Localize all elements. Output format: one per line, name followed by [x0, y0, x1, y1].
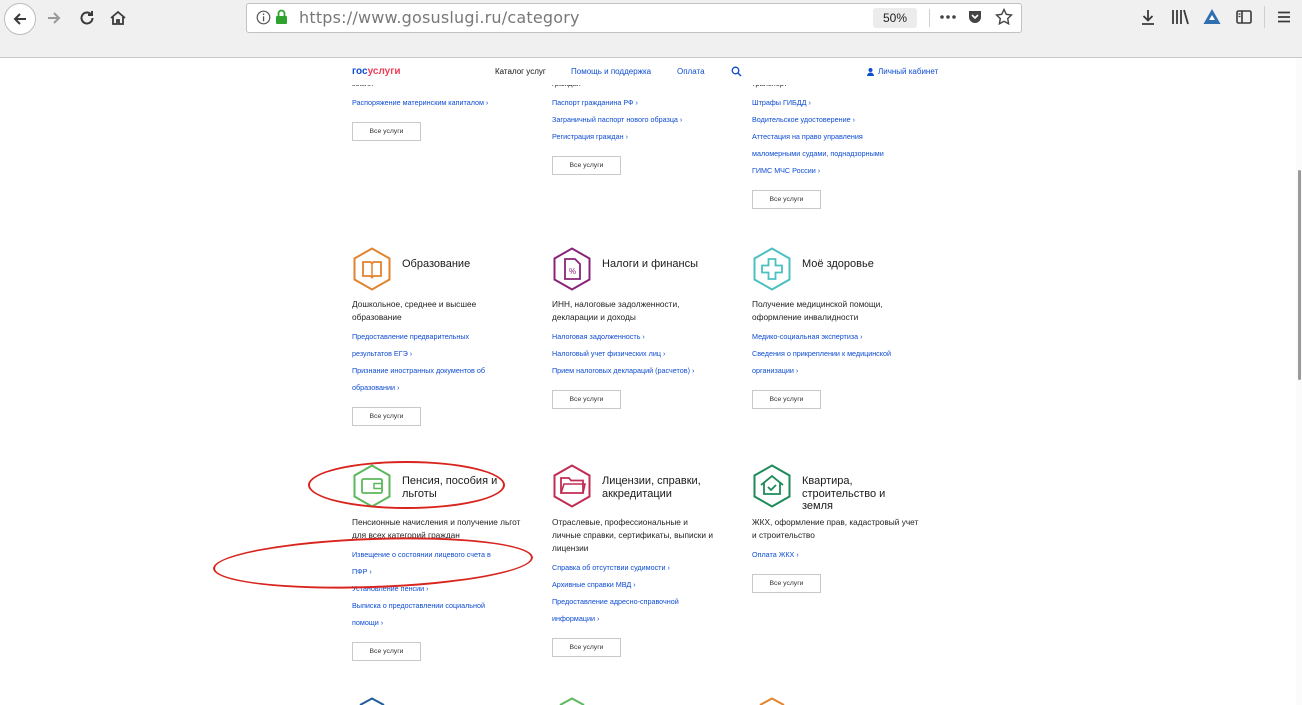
all-services-button[interactable]: Все услуги	[752, 190, 821, 209]
all-services-button[interactable]: Все услуги	[552, 156, 621, 175]
all-services-button[interactable]: Все услуги	[752, 574, 821, 593]
lock-icon[interactable]	[275, 9, 288, 25]
category-title-education[interactable]: Образование	[402, 258, 512, 271]
service-link[interactable]: Прием налоговых деклараций (расчетов) ›	[552, 366, 694, 375]
all-services-button[interactable]: Все услуги	[752, 390, 821, 409]
bookmark-star-icon[interactable]	[995, 8, 1013, 26]
service-link[interactable]: Налоговая задолженность ›	[552, 332, 645, 341]
more-actions-icon[interactable]	[939, 14, 957, 20]
logo-part-uslugi: услуги	[367, 66, 401, 77]
service-link[interactable]: Налоговый учет физических лиц ›	[552, 349, 665, 358]
all-services-button[interactable]: Все услуги	[352, 122, 421, 141]
hamburger-menu-icon[interactable]	[1275, 8, 1293, 26]
service-link[interactable]: Паспорт гражданина РФ ›	[552, 98, 638, 107]
service-link[interactable]: образовании ›	[352, 383, 399, 392]
service-link[interactable]: Предоставление предварительных	[352, 332, 469, 341]
downloads-icon[interactable]	[1139, 8, 1157, 26]
service-link[interactable]: Признание иностранных документов об	[352, 366, 485, 375]
service-link[interactable]: Аттестация на право управления	[752, 132, 863, 141]
title-line: строительство и	[802, 487, 886, 500]
scrollbar-thumb[interactable]	[1298, 170, 1301, 380]
folder-icon	[553, 464, 591, 508]
search-icon[interactable]	[731, 66, 742, 77]
all-services-button[interactable]: Все услуги	[352, 407, 421, 426]
category-icon-partial	[359, 697, 385, 705]
back-button[interactable]	[4, 3, 36, 35]
service-link[interactable]: организации ›	[752, 366, 798, 375]
service-link[interactable]: помощи ›	[352, 618, 383, 627]
service-link[interactable]: Заграничный паспорт нового образца ›	[552, 115, 682, 124]
home-icon	[110, 10, 126, 25]
category-title-health[interactable]: Моё здоровье	[802, 258, 912, 271]
svg-text:%: %	[569, 267, 576, 276]
book-icon	[353, 247, 391, 291]
nav-personal-cabinet[interactable]: Личный кабинет	[878, 67, 938, 76]
service-link[interactable]: Выписка о предоставлении социальной	[352, 601, 485, 610]
category-icon-partial	[759, 697, 785, 705]
pocket-icon[interactable]	[967, 9, 983, 25]
house-check-icon	[753, 464, 791, 508]
service-link[interactable]: Регистрация граждан ›	[552, 132, 628, 141]
service-link[interactable]: Справка об отсутствии судимости ›	[552, 563, 670, 572]
user-icon[interactable]	[866, 67, 875, 76]
nav-catalog[interactable]: Каталог услуг	[495, 67, 546, 76]
all-services-button[interactable]: Все услуги	[552, 390, 621, 409]
category-description: Отраслевые, профессиональные и личные сп…	[552, 517, 713, 553]
sync-account-icon[interactable]	[1202, 7, 1222, 27]
zoom-level-badge[interactable]: 50%	[873, 8, 917, 28]
logo-part-gos: гос	[352, 66, 368, 77]
title-line: Квартира,	[802, 475, 853, 487]
service-link[interactable]: Сведения о прикреплении к медицинской	[752, 349, 891, 358]
annotation-oval-pension-title	[308, 461, 505, 509]
service-link[interactable]: Штрафы ГИБДД ›	[752, 98, 811, 107]
page-content	[0, 58, 1302, 705]
divider	[1264, 6, 1265, 28]
reload-icon	[80, 11, 94, 25]
category-description: Дошкольное, среднее и высшее образование	[352, 299, 477, 322]
home-button[interactable]	[104, 4, 132, 32]
divider	[929, 9, 930, 27]
category-description: ИНН, налоговые задолженности, декларации…	[552, 299, 680, 322]
title-line: аккредитации	[602, 487, 672, 500]
sidebar-icon[interactable]	[1235, 8, 1253, 26]
category-description: Получение медицинской помощи, оформление…	[752, 299, 883, 322]
service-link[interactable]: ГИМС МЧС России ›	[752, 166, 820, 175]
info-icon[interactable]	[256, 10, 271, 25]
service-link[interactable]: информации ›	[552, 614, 599, 623]
forward-button[interactable]	[40, 4, 68, 32]
url-text[interactable]: https://www.gosuslugi.ru/category	[299, 8, 580, 27]
tax-document-icon: %	[553, 247, 591, 291]
service-link[interactable]: Архивные справки МВД ›	[552, 580, 636, 589]
browser-toolbar: https://www.gosuslugi.ru/category 50%	[0, 0, 1302, 57]
service-link[interactable]: Медико-социальная экспертиза ›	[752, 332, 863, 341]
library-icon[interactable]	[1170, 8, 1190, 26]
service-link[interactable]: Оплата ЖКХ ›	[752, 550, 799, 559]
service-link[interactable]: Распоряжение материнским капиталом ›	[352, 98, 488, 107]
address-bar[interactable]: https://www.gosuslugi.ru/category 50%	[246, 3, 1022, 33]
forward-arrow-icon	[48, 12, 61, 24]
service-link[interactable]: Водительское удостоверение ›	[752, 115, 855, 124]
service-link[interactable]: результатов ЕГЭ ›	[352, 349, 412, 358]
service-link[interactable]: Предоставление адресно-справочной	[552, 597, 679, 606]
nav-help[interactable]: Помощь и поддержка	[571, 67, 651, 76]
nav-payment[interactable]: Оплата	[677, 67, 705, 76]
category-title-housing[interactable]: Квартира, строительство и земля	[802, 475, 912, 513]
title-line: земля	[802, 500, 833, 512]
reload-button[interactable]	[73, 4, 101, 32]
gosuslugi-logo[interactable]: госуслуги	[352, 66, 401, 77]
all-services-button[interactable]: Все услуги	[552, 638, 621, 657]
page-scrollbar[interactable]	[1296, 58, 1302, 705]
all-services-button[interactable]: Все услуги	[352, 642, 421, 661]
category-title-taxes[interactable]: Налоги и финансы	[602, 258, 712, 271]
back-arrow-icon	[13, 13, 26, 25]
category-icon-partial	[559, 697, 585, 705]
service-link[interactable]: маломерными судами, поднадзорными	[752, 149, 884, 158]
title-line: Лицензии, справки,	[602, 475, 701, 487]
category-description: ЖКХ, оформление прав, кадастровый учет и…	[752, 517, 919, 540]
category-title-licenses[interactable]: Лицензии, справки, аккредитации	[602, 475, 712, 500]
medical-cross-icon	[753, 247, 791, 291]
